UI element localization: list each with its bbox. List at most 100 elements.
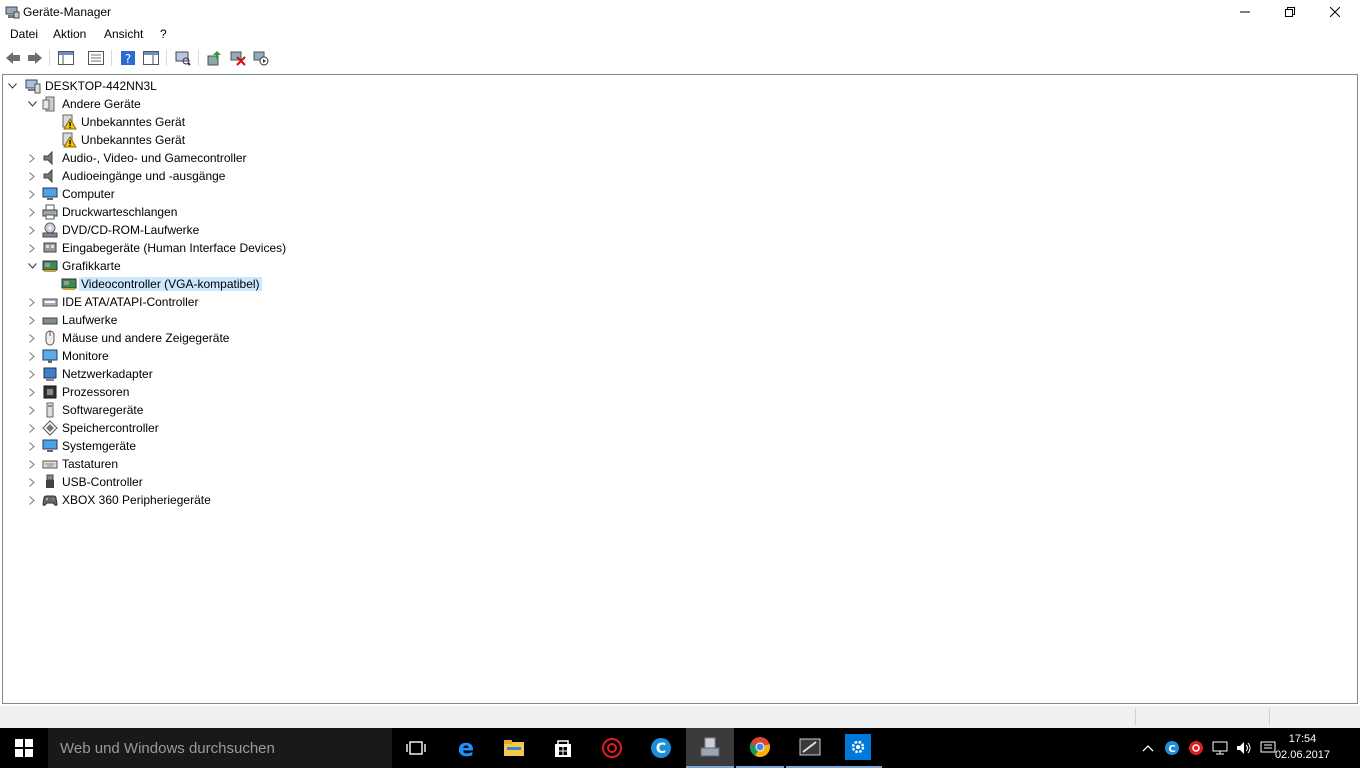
tree-category-item[interactable]: Computer xyxy=(3,185,603,203)
tray-network[interactable] xyxy=(1212,740,1228,756)
chevron-right-icon[interactable] xyxy=(27,437,37,455)
tree-device-item[interactable]: Unbekanntes Gerät xyxy=(3,131,603,149)
chevron-right-icon[interactable] xyxy=(27,329,37,347)
tree-category-item[interactable]: Eingabegeräte (Human Interface Devices) xyxy=(3,239,603,257)
tree-category-item[interactable]: Audio-, Video- und Gamecontroller xyxy=(3,149,603,167)
clock[interactable]: 17:54 02.06.2017 xyxy=(1275,731,1330,763)
chevron-up-icon xyxy=(1142,745,1154,752)
chevron-down-icon[interactable] xyxy=(27,257,37,275)
scan-hardware-button[interactable] xyxy=(174,49,192,67)
tree-category-item[interactable]: Softwaregeräte xyxy=(3,401,603,419)
chevron-right-icon[interactable] xyxy=(27,365,37,383)
tree-category-item[interactable]: XBOX 360 Peripheriegeräte xyxy=(3,491,603,509)
menu-ansicht[interactable]: Ansicht xyxy=(104,27,143,41)
volume-icon xyxy=(1237,742,1251,754)
chevron-right-icon[interactable] xyxy=(27,149,37,167)
tree-category-item[interactable]: Laufwerke xyxy=(3,311,603,329)
chevron-right-icon[interactable] xyxy=(27,293,37,311)
storage-controller-icon xyxy=(42,420,58,436)
minimize-button[interactable] xyxy=(1222,0,1268,24)
chevron-down-icon[interactable] xyxy=(7,77,17,95)
tree-category-item[interactable]: Speichercontroller xyxy=(3,419,603,437)
chevron-right-icon[interactable] xyxy=(27,383,37,401)
taskbar-edge[interactable]: e xyxy=(442,728,490,768)
restore-icon xyxy=(1285,7,1295,17)
tree-category-item[interactable]: Systemgeräte xyxy=(3,437,603,455)
tree-category-item[interactable]: Mäuse und andere Zeigegeräte xyxy=(3,329,603,347)
computer-icon xyxy=(42,186,58,202)
update-driver-button[interactable] xyxy=(205,49,223,67)
category-label: Systemgeräte xyxy=(62,439,137,453)
tree-category-item[interactable]: Andere Geräte xyxy=(3,95,603,113)
chevron-down-icon[interactable] xyxy=(27,95,37,113)
tree-category-item[interactable]: Druckwarteschlangen xyxy=(3,203,603,221)
tree-device-item[interactable]: Videocontroller (VGA-kompatibel) xyxy=(3,275,603,293)
menu-help[interactable]: ? xyxy=(160,27,167,41)
disk-drive-icon xyxy=(42,312,58,328)
network-icon xyxy=(1212,741,1228,755)
help-button[interactable]: ? xyxy=(119,49,137,67)
taskbar-app-blue[interactable]: C xyxy=(637,728,685,768)
tree-category-item[interactable]: Prozessoren xyxy=(3,383,603,401)
chevron-right-icon[interactable] xyxy=(27,401,37,419)
taskbar-store[interactable] xyxy=(539,728,587,768)
task-view-button[interactable] xyxy=(392,728,440,768)
tree-category-item[interactable]: IDE ATA/ATAPI-Controller xyxy=(3,293,603,311)
action-pane-button[interactable] xyxy=(142,49,160,67)
chevron-right-icon[interactable] xyxy=(27,491,37,509)
chevron-right-icon[interactable] xyxy=(27,185,37,203)
svg-text:e: e xyxy=(458,737,474,759)
device-label: Unbekanntes Gerät xyxy=(81,133,186,147)
chevron-right-icon[interactable] xyxy=(27,167,37,185)
show-hide-console-tree-button[interactable] xyxy=(57,49,75,67)
taskbar-settings[interactable] xyxy=(834,728,882,768)
monitor-icon xyxy=(42,348,58,364)
taskbar-chrome[interactable] xyxy=(736,728,784,768)
tree-category-item[interactable]: Tastaturen xyxy=(3,455,603,473)
title-bar: Geräte-Manager xyxy=(0,0,1360,24)
scan-hardware-icon xyxy=(175,51,191,66)
chevron-right-icon[interactable] xyxy=(27,239,37,257)
taskbar-paint[interactable] xyxy=(786,728,834,768)
tree-category-item[interactable]: Audioeingänge und -ausgänge xyxy=(3,167,603,185)
uninstall-device-button[interactable] xyxy=(229,49,247,67)
tree-category-item[interactable]: DVD/CD-ROM-Laufwerke xyxy=(3,221,603,239)
disable-device-icon xyxy=(253,51,269,66)
red-gear-app-icon xyxy=(602,738,622,758)
computer-icon xyxy=(25,78,41,94)
chevron-right-icon[interactable] xyxy=(27,473,37,491)
display-adapter-icon xyxy=(61,276,77,292)
tray-volume[interactable] xyxy=(1236,740,1252,756)
chevron-right-icon[interactable] xyxy=(27,419,37,437)
chevron-right-icon[interactable] xyxy=(27,221,37,239)
tray-ccleaner[interactable]: C xyxy=(1164,740,1180,756)
menu-aktion[interactable]: Aktion xyxy=(53,27,86,41)
chevron-right-icon[interactable] xyxy=(27,455,37,473)
tree-category-item[interactable]: Grafikkarte xyxy=(3,257,603,275)
chevron-right-icon[interactable] xyxy=(27,203,37,221)
forward-button[interactable] xyxy=(26,49,44,67)
close-button[interactable] xyxy=(1312,0,1358,24)
menu-datei[interactable]: Datei xyxy=(10,27,38,41)
back-button[interactable] xyxy=(4,49,22,67)
tree-device-item[interactable]: Unbekanntes Gerät xyxy=(3,113,603,131)
tray-red-app[interactable] xyxy=(1188,740,1204,756)
tray-action-center[interactable] xyxy=(1260,740,1276,756)
restore-button[interactable] xyxy=(1267,0,1313,24)
tree-category-item[interactable]: USB-Controller xyxy=(3,473,603,491)
chevron-right-icon[interactable] xyxy=(27,311,37,329)
properties-view-button[interactable] xyxy=(87,49,105,67)
search-box[interactable]: Web und Windows durchsuchen xyxy=(48,728,392,768)
tree-category-item[interactable]: Monitore xyxy=(3,347,603,365)
tree-root[interactable]: DESKTOP-442NN3L xyxy=(3,77,303,95)
action-pane-icon xyxy=(143,51,159,65)
tree-category-item[interactable]: Netzwerkadapter xyxy=(3,365,603,383)
disable-device-button[interactable] xyxy=(252,49,270,67)
taskbar-explorer[interactable] xyxy=(490,728,538,768)
taskbar-device-manager[interactable] xyxy=(686,728,734,768)
show-hidden-icons-button[interactable] xyxy=(1140,740,1156,756)
taskbar-app-red[interactable] xyxy=(588,728,636,768)
warning-device-icon xyxy=(61,114,77,130)
chevron-right-icon[interactable] xyxy=(27,347,37,365)
start-button[interactable] xyxy=(0,728,48,768)
